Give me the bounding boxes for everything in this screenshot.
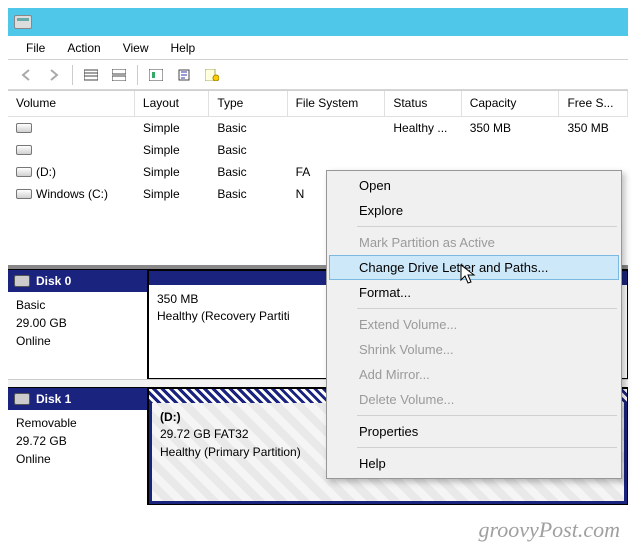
menu-action[interactable]: Action bbox=[57, 39, 110, 57]
vol-name: Windows (C:) bbox=[36, 187, 108, 201]
disk-0-pane[interactable]: Disk 0 Basic 29.00 GB Online bbox=[8, 270, 148, 379]
disk-header: Disk 1 bbox=[36, 392, 71, 406]
vol-type: Basic bbox=[209, 163, 287, 181]
vol-layout: Simple bbox=[135, 119, 209, 137]
volume-icon bbox=[16, 145, 32, 155]
vol-status bbox=[385, 148, 461, 152]
menubar: File Action View Help bbox=[8, 36, 628, 60]
menu-help[interactable]: Help bbox=[161, 39, 206, 57]
ctx-extend: Extend Volume... bbox=[329, 312, 619, 337]
view-list-button[interactable] bbox=[79, 64, 103, 86]
refresh-button[interactable] bbox=[144, 64, 168, 86]
ctx-help[interactable]: Help bbox=[329, 451, 619, 476]
ctx-separator bbox=[357, 447, 617, 448]
disk-status: Online bbox=[16, 450, 139, 468]
ctx-properties[interactable]: Properties bbox=[329, 419, 619, 444]
volume-icon bbox=[16, 167, 32, 177]
context-menu: Open Explore Mark Partition as Active Ch… bbox=[326, 170, 622, 479]
properties-button[interactable] bbox=[172, 64, 196, 86]
forward-button[interactable] bbox=[42, 64, 66, 86]
col-free[interactable]: Free S... bbox=[559, 91, 628, 116]
ctx-delete: Delete Volume... bbox=[329, 387, 619, 412]
help-button[interactable] bbox=[200, 64, 224, 86]
vol-status: Healthy ... bbox=[385, 119, 461, 137]
vol-capacity: 350 MB bbox=[462, 119, 560, 137]
col-volume[interactable]: Volume bbox=[8, 91, 135, 116]
ctx-separator bbox=[357, 308, 617, 309]
col-status[interactable]: Status bbox=[385, 91, 461, 116]
vol-layout: Simple bbox=[135, 163, 209, 181]
vol-type: Basic bbox=[209, 119, 287, 137]
vol-layout: Simple bbox=[135, 141, 209, 159]
ctx-explore[interactable]: Explore bbox=[329, 198, 619, 223]
volume-row[interactable]: Simple Basic bbox=[8, 139, 628, 161]
vol-free bbox=[559, 148, 628, 152]
volume-row[interactable]: Simple Basic Healthy ... 350 MB 350 MB bbox=[8, 117, 628, 139]
vol-free: 350 MB bbox=[559, 119, 628, 137]
disk-size: 29.72 GB bbox=[16, 432, 139, 450]
disk-header: Disk 0 bbox=[36, 274, 71, 288]
cursor-icon bbox=[460, 264, 478, 286]
vol-capacity bbox=[462, 148, 560, 152]
ctx-open[interactable]: Open bbox=[329, 173, 619, 198]
back-button[interactable] bbox=[14, 64, 38, 86]
ctx-separator bbox=[357, 415, 617, 416]
menu-file[interactable]: File bbox=[16, 39, 55, 57]
toolbar bbox=[8, 60, 628, 90]
disk-1-pane[interactable]: Disk 1 Removable 29.72 GB Online bbox=[8, 388, 148, 505]
menu-view[interactable]: View bbox=[113, 39, 159, 57]
ctx-mark-active: Mark Partition as Active bbox=[329, 230, 619, 255]
app-icon bbox=[14, 15, 32, 29]
col-fs[interactable]: File System bbox=[288, 91, 386, 116]
col-layout[interactable]: Layout bbox=[135, 91, 209, 116]
separator bbox=[72, 65, 73, 85]
vol-type: Basic bbox=[209, 141, 287, 159]
disk-icon bbox=[14, 275, 30, 287]
watermark: groovyPost.com bbox=[478, 517, 620, 543]
col-type[interactable]: Type bbox=[209, 91, 287, 116]
disk-status: Online bbox=[16, 332, 139, 350]
ctx-separator bbox=[357, 226, 617, 227]
disk-icon bbox=[14, 393, 30, 405]
titlebar[interactable] bbox=[8, 8, 628, 36]
vol-type: Basic bbox=[209, 185, 287, 203]
disk-type: Removable bbox=[16, 414, 139, 432]
column-headers: Volume Layout Type File System Status Ca… bbox=[8, 91, 628, 117]
disk-size: 29.00 GB bbox=[16, 314, 139, 332]
vol-layout: Simple bbox=[135, 185, 209, 203]
view-both-button[interactable] bbox=[107, 64, 131, 86]
vol-name: (D:) bbox=[36, 165, 56, 179]
vol-fs bbox=[288, 148, 386, 152]
col-capacity[interactable]: Capacity bbox=[462, 91, 560, 116]
ctx-mirror: Add Mirror... bbox=[329, 362, 619, 387]
disk-type: Basic bbox=[16, 296, 139, 314]
volume-icon bbox=[16, 189, 32, 199]
separator bbox=[137, 65, 138, 85]
vol-fs bbox=[288, 126, 386, 130]
ctx-shrink: Shrink Volume... bbox=[329, 337, 619, 362]
volume-icon bbox=[16, 123, 32, 133]
